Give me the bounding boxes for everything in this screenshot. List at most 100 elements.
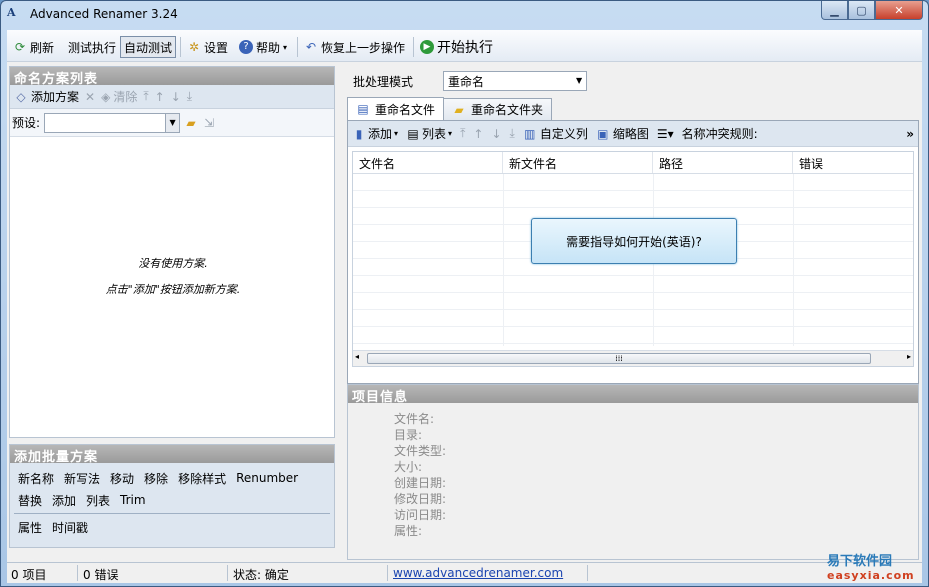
add-files-button[interactable]: ▮ 添加 ▾ xyxy=(352,125,398,142)
move-top-icon[interactable]: ⤒ xyxy=(143,89,148,104)
batch-row-1: 新名称 新写法 移动 移除 移除样式 Renumber xyxy=(10,467,334,489)
method-add[interactable]: 添加 xyxy=(52,492,76,509)
getting-started-label: 需要指导如何开始(英语)? xyxy=(566,234,702,249)
website-link[interactable]: www.advancedrenamer.com xyxy=(393,566,563,580)
scroll-left-icon[interactable]: ◂ xyxy=(355,352,359,361)
tab-rename-folders[interactable]: ▰ 重命名文件夹 xyxy=(443,98,553,120)
save-icon[interactable]: ⇲ xyxy=(202,116,216,130)
status-error-count: 0 错误 xyxy=(83,568,119,582)
move-down-icon[interactable]: ↓ xyxy=(171,90,181,104)
status-bar: 0 项目 0 错误 状态: 确定 www.advancedrenamer.com xyxy=(7,562,922,583)
batch-methods-panel: 添加批量方案 新名称 新写法 移动 移除 移除样式 Renumber 替换 添加… xyxy=(9,444,335,548)
status-divider xyxy=(387,565,388,581)
minimize-button[interactable]: ▁ xyxy=(821,1,848,20)
refresh-icon: ⟳ xyxy=(14,40,26,54)
status-item-count: 0 项目 xyxy=(11,568,47,582)
method-new-name[interactable]: 新名称 xyxy=(18,470,54,487)
method-remove-pattern[interactable]: 移除样式 xyxy=(178,470,226,487)
help-menu-button[interactable]: ? 帮助 ▾ xyxy=(239,36,287,58)
add-method-button[interactable]: ◇ 添加方案 xyxy=(14,88,79,105)
method-list-title: 命名方案列表 xyxy=(10,67,334,87)
thumbnail-icon: ▣ xyxy=(597,126,609,141)
move-bottom-icon[interactable]: ⤓ xyxy=(187,89,192,104)
move-top-icon[interactable]: ⤒ xyxy=(460,126,465,141)
info-accessed: 访问日期: xyxy=(394,508,447,522)
preset-select[interactable]: ▼ xyxy=(44,112,181,133)
name-conflict-label: 名称冲突规则: xyxy=(681,127,758,141)
add-files-label: 添加 xyxy=(368,127,393,141)
scrollbar-thumb[interactable]: ⁞⁞⁞ xyxy=(367,353,871,364)
undo-label: 恢复上一步操作 xyxy=(321,40,406,55)
custom-columns-button[interactable]: ▥ 自定义列 xyxy=(523,125,588,142)
batch-mode-label: 批处理模式 xyxy=(353,74,414,89)
method-list[interactable]: 列表 xyxy=(86,492,110,509)
file-list-toolbar: ▮ 添加 ▾ ▤ 列表 ▾ ⤒ ↑ ↓ ⤓ ▥ 自定义列 ▣ 缩略图 ☰▾ 名称… xyxy=(348,121,918,147)
file-tabs: ▤ 重命名文件 ▰ 重命名文件夹 xyxy=(347,97,553,120)
maximize-button[interactable]: ▢ xyxy=(848,1,875,20)
scroll-right-icon[interactable]: ▸ xyxy=(907,352,911,361)
close-button[interactable]: ✕ xyxy=(875,1,923,20)
move-down-icon[interactable]: ↓ xyxy=(491,127,501,141)
undo-button[interactable]: ↶ 恢复上一步操作 xyxy=(304,36,405,58)
horizontal-scrollbar[interactable]: ◂ ⁞⁞⁞ ▸ xyxy=(353,350,913,366)
start-button[interactable]: ▶ 开始执行 xyxy=(420,36,493,58)
thumbnails-button[interactable]: ▣ 缩略图 xyxy=(596,125,649,142)
tab-rename-files[interactable]: ▤ 重命名文件 xyxy=(347,97,445,120)
refresh-label: 刷新 xyxy=(30,40,55,55)
maximize-icon: ▢ xyxy=(856,3,867,17)
batch-mode-select[interactable]: 重命名 ▼ xyxy=(443,71,588,91)
method-renumber[interactable]: Renumber xyxy=(236,471,298,485)
test-run-label: 测试执行 xyxy=(68,40,117,55)
close-icon: ✕ xyxy=(894,3,904,17)
info-size: 大小: xyxy=(394,460,423,474)
method-move[interactable]: 移动 xyxy=(110,470,134,487)
method-new-case[interactable]: 新写法 xyxy=(64,470,100,487)
thumbnails-label: 缩略图 xyxy=(612,127,649,141)
refresh-button[interactable]: ⟳ 刷新 xyxy=(13,36,54,58)
method-toolbar: ◇ 添加方案 ✕ ◈ 清除 ⤒ ↑ ↓ ⤓ xyxy=(10,85,334,109)
auto-test-label: 自动测试 xyxy=(124,40,173,55)
delete-icon[interactable]: ✕ xyxy=(85,90,95,104)
move-up-icon[interactable]: ↑ xyxy=(155,90,165,104)
getting-started-button[interactable]: 需要指导如何开始(英语)? xyxy=(531,218,737,264)
move-bottom-icon[interactable]: ⤓ xyxy=(510,126,515,141)
batch-row-3: 属性 时间戳 xyxy=(10,516,334,538)
method-replace[interactable]: 替换 xyxy=(18,492,42,509)
clear-button[interactable]: ◈ 清除 xyxy=(101,88,137,105)
info-filename: 文件名: xyxy=(394,412,435,426)
minimize-icon: ▁ xyxy=(830,3,839,17)
item-info-panel: 项目信息 文件名: 目录: 文件类型: 大小: 创建日期: 修改日期: 访问日期… xyxy=(347,384,919,560)
column-error[interactable]: 错误 xyxy=(793,152,913,173)
toolbar-divider xyxy=(297,37,298,57)
column-filename[interactable]: 文件名 xyxy=(353,152,503,173)
folder-open-icon[interactable]: ▰ xyxy=(184,116,198,130)
item-info-fields: 文件名: 目录: 文件类型: 大小: 创建日期: 修改日期: 访问日期: 属性: xyxy=(394,411,446,539)
status-divider xyxy=(77,565,78,581)
list-menu-button[interactable]: ▤ 列表 ▾ xyxy=(406,125,452,142)
batch-mode-value: 重命名 xyxy=(448,75,485,89)
info-created: 创建日期: xyxy=(394,476,447,490)
client-area: ⟳ 刷新 测试执行 自动测试 ✲ 设置 ? 帮助 ▾ ↶ 恢复上一步操作 ▶ 开… xyxy=(7,30,922,583)
info-directory: 目录: xyxy=(394,428,423,442)
batch-row-2: 替换 添加 列表 Trim xyxy=(10,489,334,511)
test-run-button[interactable]: 测试执行 xyxy=(68,36,116,58)
help-label: 帮助 xyxy=(256,40,281,55)
batch-mode-row: 批处理模式 重命名 ▼ xyxy=(353,71,588,91)
window-title: Advanced Renamer 3.24 xyxy=(30,7,178,21)
settings-button[interactable]: ✲ 设置 xyxy=(187,36,228,58)
method-attributes[interactable]: 属性 xyxy=(18,519,42,536)
add-files-icon: ▮ xyxy=(355,126,363,141)
auto-test-toggle[interactable]: 自动测试 xyxy=(120,36,177,58)
title-bar[interactable]: A Advanced Renamer 3.24 ▁ ▢ ✕ xyxy=(1,1,928,29)
method-trim[interactable]: Trim xyxy=(120,493,146,507)
move-up-icon[interactable]: ↑ xyxy=(473,127,483,141)
chevron-down-icon: ▾ xyxy=(283,42,288,52)
overflow-chevron-icon[interactable]: » xyxy=(906,127,914,141)
info-modified: 修改日期: xyxy=(394,492,447,506)
view-options-button[interactable]: ☰▾ xyxy=(657,127,674,141)
column-path[interactable]: 路径 xyxy=(653,152,793,173)
column-new-filename[interactable]: 新文件名 xyxy=(503,152,653,173)
method-timestamp[interactable]: 时间戳 xyxy=(52,519,88,536)
view-list-icon: ☰▾ xyxy=(656,126,674,141)
method-remove[interactable]: 移除 xyxy=(144,470,168,487)
